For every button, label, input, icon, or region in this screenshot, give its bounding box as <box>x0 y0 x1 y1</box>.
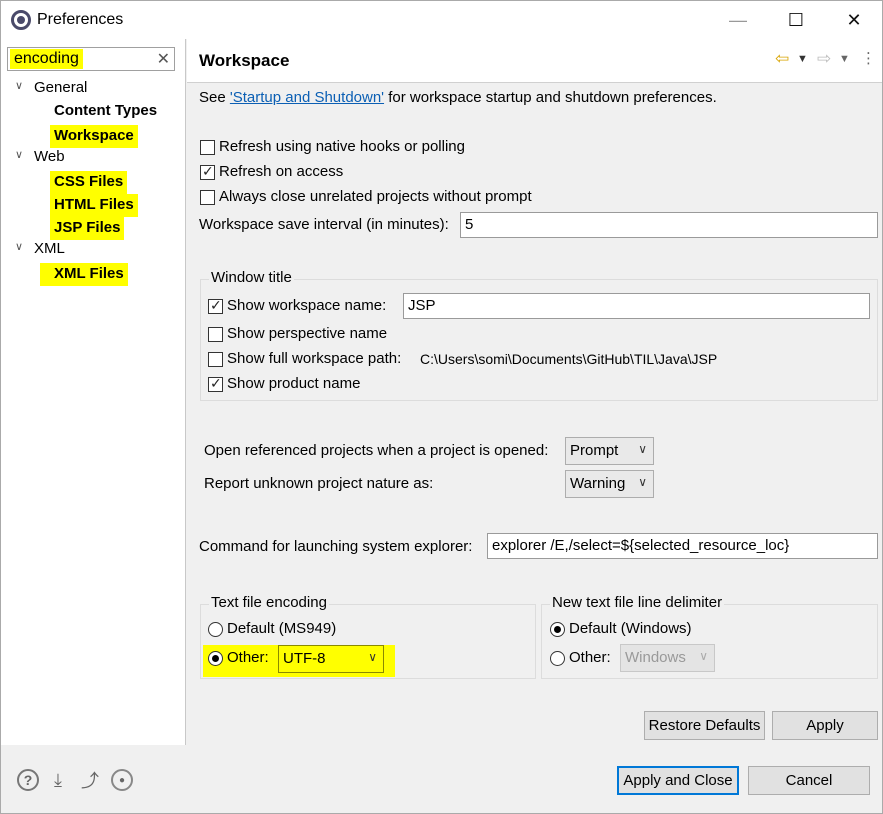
chevron-down-icon[interactable]: ∨ <box>15 240 27 253</box>
startup-hint: See 'Startup and Shutdown' for workspace… <box>199 89 717 106</box>
refresh-access-label: Refresh on access <box>219 163 344 180</box>
show-full-path-label: Show full workspace path: <box>227 350 402 367</box>
delimiter-other-select: Windows ∨ <box>620 644 715 672</box>
refresh-native-label: Refresh using native hooks or polling <box>219 138 465 155</box>
always-close-label: Always close unrelated projects without … <box>219 188 532 205</box>
delimiter-other-radio[interactable] <box>550 651 565 666</box>
show-full-path-checkbox[interactable] <box>208 352 223 367</box>
back-dropdown-icon[interactable]: ▼ <box>797 53 808 65</box>
apply-button[interactable]: Apply <box>772 711 878 740</box>
encoding-other-label: Other: <box>227 649 269 666</box>
window-title: Preferences <box>37 11 124 28</box>
group-label: Window title <box>209 269 294 286</box>
delimiter-default-label: Default (Windows) <box>569 620 692 637</box>
maximize-button[interactable]: ☐ <box>767 1 825 39</box>
refresh-access-checkbox[interactable] <box>200 163 215 180</box>
help-icon[interactable]: ? <box>17 769 39 791</box>
export-icon[interactable]: ⤴ <box>79 769 101 791</box>
open-referenced-label: Open referenced projects when a project … <box>204 442 549 459</box>
save-interval-input[interactable]: 5 <box>460 212 878 238</box>
eclipse-icon <box>11 10 31 30</box>
record-icon[interactable]: ● <box>111 769 133 791</box>
show-workspace-name-checkbox[interactable] <box>208 297 223 314</box>
chevron-down-icon[interactable]: ∨ <box>15 79 27 92</box>
chevron-down-icon: ∨ <box>638 475 647 489</box>
delimiter-other-label: Other: <box>569 649 611 666</box>
forward-dropdown-icon[interactable]: ▼ <box>839 53 850 65</box>
chevron-down-icon: ∨ <box>368 650 377 664</box>
preference-page: Workspace ⇦ ▼ ⇨ ▼ ⋮ See 'Startup and Shu… <box>187 39 882 745</box>
preferences-tree-panel: encoding ✕ ∨ General Content Types Works… <box>1 39 186 745</box>
chevron-down-icon: ∨ <box>638 442 647 456</box>
open-referenced-select[interactable]: Prompt ∨ <box>565 437 654 465</box>
chevron-down-icon: ∨ <box>699 649 708 663</box>
encoding-default-label: Default (MS949) <box>227 620 337 637</box>
group-label: Text file encoding <box>209 594 329 611</box>
page-header: Workspace ⇦ ▼ ⇨ ▼ ⋮ <box>187 39 882 83</box>
cancel-button[interactable]: Cancel <box>748 766 870 795</box>
report-unknown-select[interactable]: Warning ∨ <box>565 470 654 498</box>
apply-and-close-button[interactable]: Apply and Close <box>617 766 739 795</box>
view-menu-icon[interactable]: ⋮ <box>861 49 876 67</box>
back-arrow-icon[interactable]: ⇦ <box>775 49 789 69</box>
close-button[interactable]: ✕ <box>825 1 883 39</box>
import-icon[interactable]: ⤓ <box>47 769 69 791</box>
always-close-checkbox[interactable] <box>200 190 215 205</box>
preferences-window: Preferences — ☐ ✕ encoding ✕ ∨ General C… <box>0 0 883 814</box>
explorer-command-input[interactable]: explorer /E,/select=${selected_resource_… <box>487 533 878 559</box>
filter-text: encoding <box>10 49 83 69</box>
show-product-checkbox[interactable] <box>208 375 223 392</box>
show-perspective-checkbox[interactable] <box>208 327 223 342</box>
startup-shutdown-link[interactable]: 'Startup and Shutdown' <box>230 89 384 106</box>
show-perspective-label: Show perspective name <box>227 325 388 342</box>
encoding-other-radio[interactable] <box>208 651 223 666</box>
chevron-down-icon[interactable]: ∨ <box>15 148 27 161</box>
encoding-default-radio[interactable] <box>208 622 223 637</box>
clear-filter-icon[interactable]: ✕ <box>157 49 170 69</box>
full-path-value: C:\Users\somi\Documents\GitHub\TIL\Java\… <box>420 351 718 367</box>
title-bar: Preferences — ☐ ✕ <box>1 1 882 39</box>
restore-defaults-button[interactable]: Restore Defaults <box>644 711 765 740</box>
explorer-command-label: Command for launching system explorer: <box>199 538 473 555</box>
delimiter-default-radio[interactable] <box>550 622 565 637</box>
show-product-label: Show product name <box>227 375 361 392</box>
refresh-native-checkbox[interactable] <box>200 140 215 155</box>
forward-arrow-icon[interactable]: ⇨ <box>817 49 831 69</box>
save-interval-label: Workspace save interval (in minutes): <box>199 216 449 233</box>
show-workspace-name-label: Show workspace name: <box>227 297 387 314</box>
group-label: New text file line delimiter <box>550 594 725 611</box>
encoding-other-select[interactable]: UTF-8 ∨ <box>278 645 384 673</box>
page-title: Workspace <box>199 51 290 70</box>
report-unknown-label: Report unknown project nature as: <box>204 475 434 492</box>
minimize-button[interactable]: — <box>709 1 767 39</box>
workspace-name-input[interactable]: JSP <box>403 293 870 319</box>
filter-input[interactable]: encoding ✕ <box>7 47 175 71</box>
